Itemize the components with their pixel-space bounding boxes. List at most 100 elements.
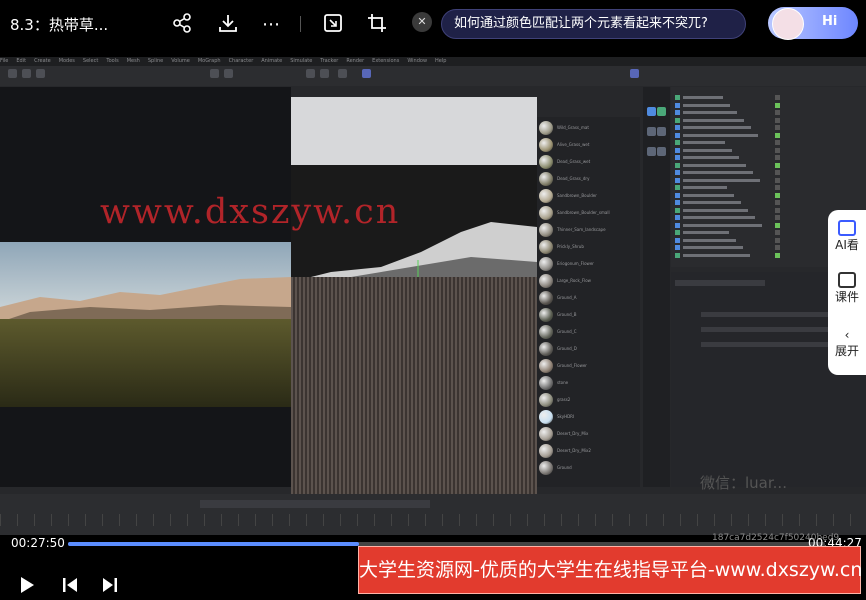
timeline-ruler[interactable] bbox=[0, 514, 866, 526]
previous-icon[interactable] bbox=[61, 575, 79, 600]
visibility-check-icon[interactable] bbox=[775, 110, 780, 115]
menu-item[interactable]: Simulate bbox=[290, 58, 312, 64]
material-item[interactable]: Ground_C bbox=[539, 325, 639, 341]
material-item[interactable]: Dead_Grass_wet bbox=[539, 155, 639, 171]
object-row[interactable] bbox=[675, 170, 860, 176]
material-item[interactable]: Eriogonum_Flower bbox=[539, 257, 639, 273]
toolbar-tool-icon[interactable] bbox=[306, 69, 315, 78]
menu-item[interactable]: MoGraph bbox=[198, 58, 221, 64]
material-item[interactable]: Ground_Flower bbox=[539, 359, 639, 375]
toolbar-tool-icon[interactable] bbox=[362, 69, 371, 78]
material-item[interactable]: Sandbrown_Boulder_small bbox=[539, 206, 639, 222]
object-row[interactable] bbox=[675, 192, 860, 199]
object-row[interactable] bbox=[675, 102, 860, 109]
crop-icon[interactable] bbox=[364, 12, 390, 38]
material-item[interactable]: Thinner_Sam_landscape bbox=[539, 223, 639, 239]
toolbar-tool-icon[interactable] bbox=[210, 69, 219, 78]
menu-item[interactable]: File bbox=[0, 58, 8, 64]
toolbar-tool-icon[interactable] bbox=[8, 69, 17, 78]
visibility-check-icon[interactable] bbox=[775, 252, 780, 258]
toolbar-tool-icon[interactable] bbox=[22, 69, 31, 78]
menu-item[interactable]: Help bbox=[435, 58, 446, 64]
light-tool-icon[interactable] bbox=[657, 147, 666, 156]
object-row[interactable] bbox=[675, 200, 860, 206]
visibility-check-icon[interactable] bbox=[775, 140, 780, 145]
visibility-check-icon[interactable] bbox=[775, 245, 780, 250]
scale-tool-icon[interactable] bbox=[647, 127, 656, 136]
picture-in-picture-icon[interactable] bbox=[320, 12, 346, 38]
play-icon[interactable] bbox=[18, 575, 36, 600]
toolbar-tool-icon[interactable] bbox=[320, 69, 329, 78]
visibility-check-icon[interactable] bbox=[775, 125, 780, 130]
object-row[interactable] bbox=[675, 117, 860, 124]
menu-item[interactable]: Modes bbox=[59, 58, 75, 64]
menu-item[interactable]: Edit bbox=[16, 58, 26, 64]
select-tool-icon[interactable] bbox=[657, 127, 666, 136]
visibility-check-icon[interactable] bbox=[775, 237, 780, 243]
object-row[interactable] bbox=[675, 162, 860, 169]
download-icon[interactable] bbox=[215, 12, 241, 38]
object-row[interactable] bbox=[675, 132, 860, 139]
material-item[interactable]: Ground_A bbox=[539, 291, 639, 307]
material-item[interactable]: Alive_Grass_wet bbox=[539, 138, 639, 154]
material-item[interactable]: Ground_D bbox=[539, 342, 639, 358]
object-row[interactable] bbox=[675, 177, 860, 184]
visibility-check-icon[interactable] bbox=[775, 147, 780, 153]
attribute-tab[interactable] bbox=[675, 280, 765, 286]
menu-item[interactable]: Tools bbox=[106, 58, 118, 64]
visibility-check-icon[interactable] bbox=[775, 185, 780, 190]
object-row[interactable] bbox=[675, 185, 860, 191]
ai-view-button[interactable]: AI看 bbox=[828, 220, 866, 253]
more-icon[interactable]: ⋯ bbox=[258, 12, 284, 38]
ai-question-pill[interactable]: 如何通过颜色匹配让两个元素看起来不突兀? bbox=[441, 9, 746, 39]
close-question-icon[interactable]: ✕ bbox=[412, 12, 432, 32]
object-row[interactable] bbox=[675, 140, 860, 146]
object-row[interactable] bbox=[675, 125, 860, 131]
playback-controls[interactable] bbox=[200, 500, 430, 508]
menu-item[interactable]: Character bbox=[229, 58, 254, 64]
material-item[interactable]: Desert_Dry_Mix bbox=[539, 427, 639, 443]
object-row[interactable] bbox=[675, 155, 860, 161]
menu-item[interactable]: Animate bbox=[261, 58, 282, 64]
visibility-check-icon[interactable] bbox=[775, 207, 780, 213]
visibility-check-icon[interactable] bbox=[775, 117, 780, 123]
camera-tool-icon[interactable] bbox=[647, 147, 656, 156]
menu-item[interactable]: Extensions bbox=[372, 58, 399, 64]
visibility-check-icon[interactable] bbox=[775, 155, 780, 160]
material-item[interactable]: grass2 bbox=[539, 393, 639, 409]
material-item[interactable]: stone bbox=[539, 376, 639, 392]
menu-item[interactable]: Render bbox=[346, 58, 364, 64]
menu-item[interactable]: Create bbox=[34, 58, 51, 64]
next-icon[interactable] bbox=[101, 575, 119, 600]
move-tool-icon[interactable] bbox=[647, 107, 656, 116]
rotate-tool-icon[interactable] bbox=[657, 107, 666, 116]
expand-button[interactable]: ‹ 展开 bbox=[828, 328, 866, 359]
visibility-check-icon[interactable] bbox=[775, 177, 780, 183]
material-item[interactable]: Large_Rock_Flow bbox=[539, 274, 639, 290]
visibility-check-icon[interactable] bbox=[775, 132, 780, 138]
toolbar-tool-icon[interactable] bbox=[36, 69, 45, 78]
object-row[interactable] bbox=[675, 147, 860, 154]
menu-item[interactable]: Volume bbox=[171, 58, 190, 64]
share-icon[interactable] bbox=[169, 12, 195, 38]
visibility-check-icon[interactable] bbox=[775, 162, 780, 168]
courseware-button[interactable]: 课件 bbox=[828, 272, 866, 305]
material-item[interactable]: Sandbrown_Boulder bbox=[539, 189, 639, 205]
material-item[interactable]: SkyHDRI bbox=[539, 410, 639, 426]
visibility-check-icon[interactable] bbox=[775, 215, 780, 220]
toolbar-tool-icon[interactable] bbox=[630, 69, 639, 78]
menu-item[interactable]: Tracker bbox=[320, 58, 338, 64]
menu-item[interactable]: Select bbox=[83, 58, 98, 64]
visibility-check-icon[interactable] bbox=[775, 170, 780, 175]
toolbar-tool-icon[interactable] bbox=[338, 69, 347, 78]
visibility-check-icon[interactable] bbox=[775, 95, 780, 100]
visibility-check-icon[interactable] bbox=[775, 102, 780, 108]
menu-item[interactable]: Spline bbox=[148, 58, 163, 64]
assistant-button[interactable]: Hi bbox=[768, 7, 858, 40]
visibility-check-icon[interactable] bbox=[775, 230, 780, 235]
material-item[interactable]: Wild_Grass_mat bbox=[539, 121, 639, 137]
menu-item[interactable]: Window bbox=[407, 58, 427, 64]
visibility-check-icon[interactable] bbox=[775, 192, 780, 198]
visibility-check-icon[interactable] bbox=[775, 222, 780, 228]
visibility-check-icon[interactable] bbox=[775, 200, 780, 205]
